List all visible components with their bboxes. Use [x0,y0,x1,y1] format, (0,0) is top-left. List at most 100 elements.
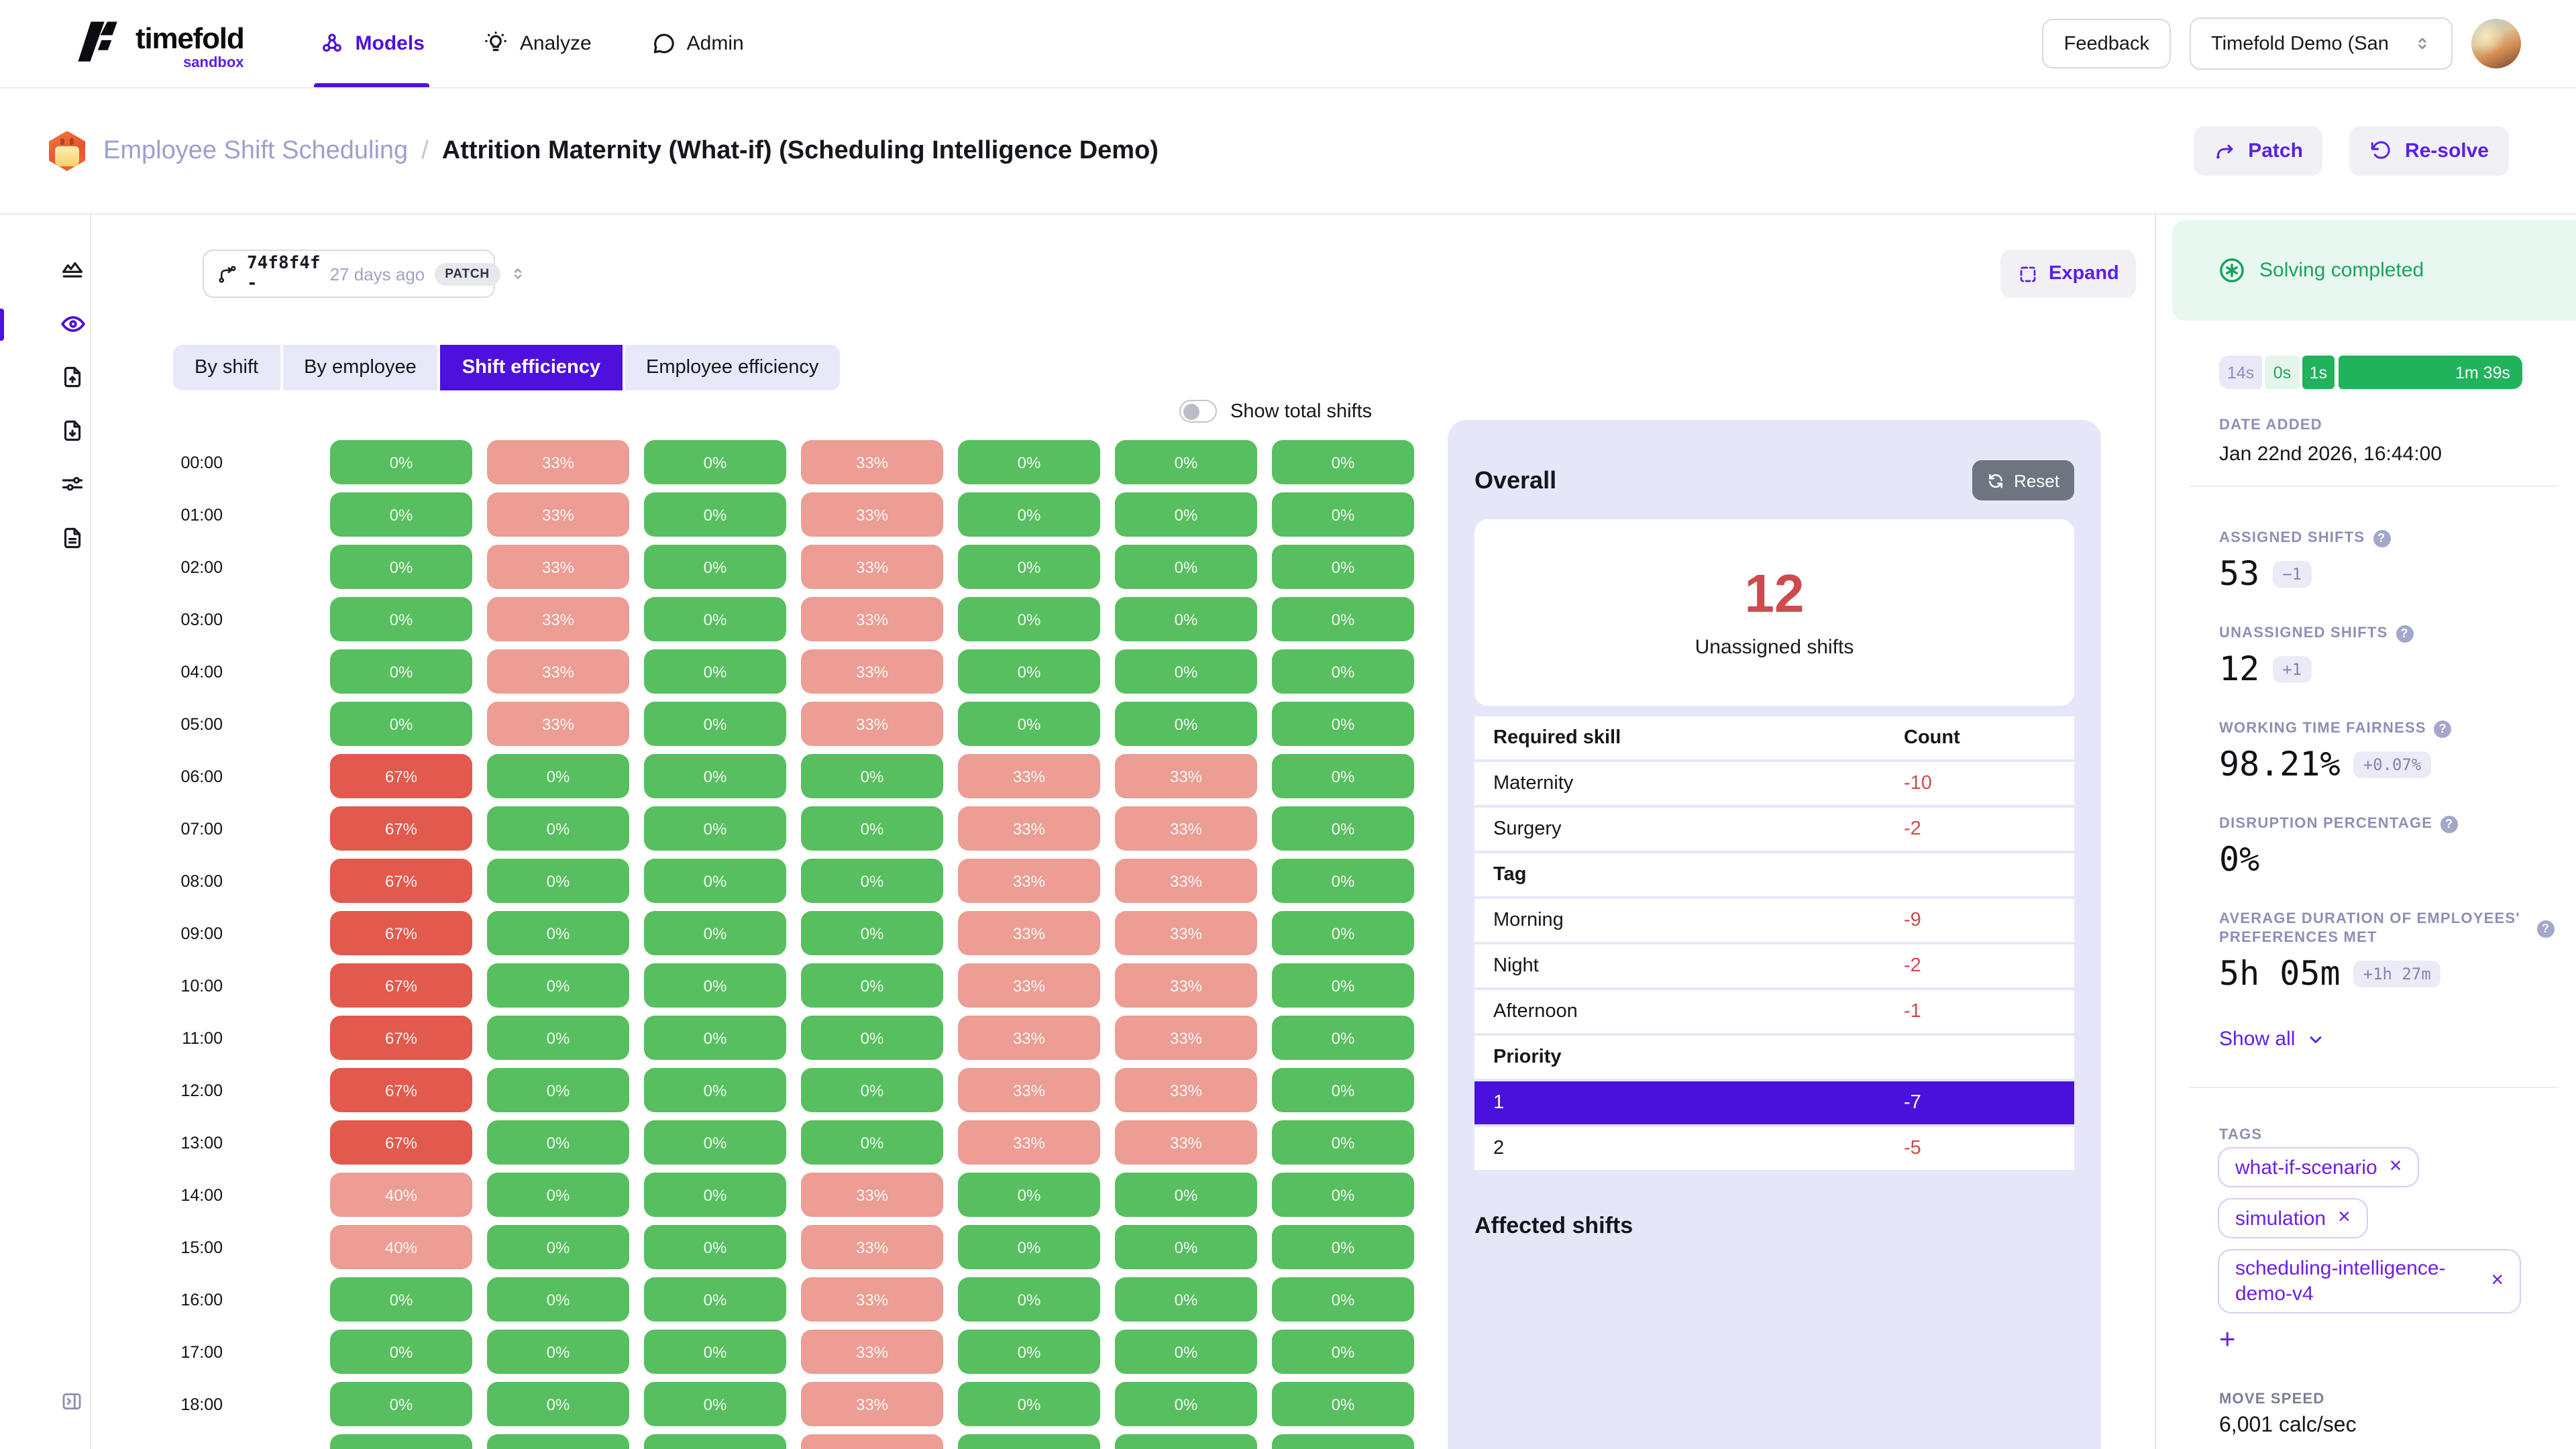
efficiency-cell[interactable]: 0% [958,1434,1100,1449]
efficiency-cell[interactable]: 0% [487,1120,629,1165]
efficiency-cell[interactable]: 0% [487,1016,629,1060]
efficiency-cell[interactable]: 0% [644,1330,786,1374]
efficiency-cell[interactable]: 0% [1272,754,1414,798]
efficiency-cell[interactable]: 0% [1115,1225,1257,1269]
efficiency-cell[interactable]: 33% [1115,859,1257,903]
efficiency-cell[interactable]: 0% [1272,1434,1414,1449]
remove-tag-icon[interactable]: × [2390,1157,2402,1178]
breadcrumb-parent[interactable]: Employee Shift Scheduling [103,136,408,166]
efficiency-cell[interactable]: 0% [1115,1277,1257,1322]
table-row[interactable]: Afternoon-1 [1474,990,2074,1033]
efficiency-cell[interactable]: 33% [1115,963,1257,1008]
efficiency-cell[interactable]: 0% [487,806,629,851]
efficiency-cell[interactable]: 33% [958,963,1100,1008]
help-icon[interactable]: ? [2396,625,2413,642]
efficiency-cell[interactable]: 0% [330,649,472,694]
efficiency-cell[interactable]: 0% [487,859,629,903]
table-row[interactable]: Night-2 [1474,945,2074,987]
efficiency-cell[interactable]: 33% [801,1225,943,1269]
resolve-button[interactable]: Re-solve [2350,126,2509,176]
efficiency-cell[interactable]: 0% [644,492,786,537]
efficiency-cell[interactable]: 0% [1272,1173,1414,1217]
efficiency-cell[interactable]: 0% [1272,1330,1414,1374]
efficiency-cell[interactable]: 33% [1115,754,1257,798]
efficiency-cell[interactable]: 0% [487,1330,629,1374]
efficiency-cell[interactable]: 0% [958,702,1100,746]
efficiency-cell[interactable]: 33% [801,440,943,484]
table-row[interactable]: Maternity-10 [1474,762,2074,805]
efficiency-cell[interactable]: 0% [330,1330,472,1374]
user-avatar[interactable] [2471,19,2521,68]
efficiency-cell[interactable]: 0% [958,492,1100,537]
help-icon[interactable]: ? [2537,920,2555,937]
efficiency-cell[interactable]: 33% [958,806,1100,851]
efficiency-cell[interactable]: 33% [801,1277,943,1322]
efficiency-cell[interactable]: 0% [1115,649,1257,694]
efficiency-cell[interactable]: 33% [958,911,1100,955]
efficiency-cell[interactable]: 0% [487,754,629,798]
reset-button[interactable]: Reset [1972,460,2074,500]
efficiency-cell[interactable]: 67% [330,963,472,1008]
efficiency-cell[interactable]: 0% [1115,702,1257,746]
tab-by-shift[interactable]: By shift [173,345,280,390]
efficiency-cell[interactable]: 0% [644,754,786,798]
efficiency-cell[interactable]: 0% [1115,440,1257,484]
efficiency-cell[interactable]: 0% [644,1173,786,1217]
efficiency-cell[interactable]: 0% [1272,440,1414,484]
efficiency-cell[interactable]: 0% [330,440,472,484]
efficiency-cell[interactable]: 40% [330,1173,472,1217]
version-select[interactable]: 74f8f4f - 27 days ago PATCH [203,250,495,298]
efficiency-cell[interactable]: 0% [801,911,943,955]
efficiency-cell[interactable]: 0% [801,859,943,903]
efficiency-cell[interactable]: 0% [958,440,1100,484]
efficiency-cell[interactable]: 0% [1272,1382,1414,1426]
efficiency-cell[interactable]: 33% [958,1068,1100,1112]
efficiency-cell[interactable]: 0% [644,806,786,851]
brand-logo[interactable]: timefold sandbox [72,17,244,70]
help-icon[interactable]: ? [2440,815,2458,833]
efficiency-cell[interactable]: 33% [1115,911,1257,955]
remove-tag-icon[interactable]: × [2491,1271,2504,1292]
efficiency-cell[interactable]: 0% [644,649,786,694]
efficiency-cell[interactable]: 0% [1272,1225,1414,1269]
efficiency-cell[interactable]: 0% [1115,1330,1257,1374]
efficiency-cell[interactable]: 0% [801,963,943,1008]
efficiency-cell[interactable]: 0% [1272,597,1414,641]
table-row[interactable]: 2-5 [1474,1127,2074,1170]
efficiency-cell[interactable]: 0% [644,1120,786,1165]
efficiency-cell[interactable]: 0% [330,492,472,537]
efficiency-cell[interactable]: 33% [958,754,1100,798]
remove-tag-icon[interactable]: × [2338,1208,2351,1229]
efficiency-cell[interactable]: 0% [330,545,472,589]
efficiency-cell[interactable]: 0% [1272,649,1414,694]
nav-item-models[interactable]: Models [319,0,425,87]
efficiency-cell[interactable]: 67% [330,859,472,903]
efficiency-cell[interactable]: 33% [487,440,629,484]
efficiency-cell[interactable]: 0% [644,597,786,641]
efficiency-cell[interactable]: 33% [958,1120,1100,1165]
file-text-icon[interactable] [60,526,85,550]
efficiency-cell[interactable]: 0% [1272,963,1414,1008]
efficiency-cell[interactable]: 33% [487,649,629,694]
efficiency-cell[interactable]: 0% [644,911,786,955]
efficiency-cell[interactable]: 0% [644,702,786,746]
feedback-button[interactable]: Feedback [2043,19,2171,68]
tab-by-employee[interactable]: By employee [282,345,438,390]
tab-employee-efficiency[interactable]: Employee efficiency [625,345,840,390]
efficiency-cell[interactable]: 0% [487,1225,629,1269]
expand-button[interactable]: Expand [2000,250,2137,298]
efficiency-cell[interactable]: 0% [487,1434,629,1449]
efficiency-cell[interactable]: 0% [958,1173,1100,1217]
efficiency-cell[interactable]: 0% [487,1277,629,1322]
efficiency-cell[interactable]: 0% [1115,597,1257,641]
efficiency-cell[interactable]: 67% [330,1120,472,1165]
tab-shift-efficiency[interactable]: Shift efficiency [441,345,622,390]
efficiency-cell[interactable]: 0% [958,649,1100,694]
efficiency-cell[interactable]: 0% [330,1277,472,1322]
efficiency-cell[interactable]: 33% [801,1434,943,1449]
efficiency-cell[interactable]: 0% [1272,702,1414,746]
efficiency-cell[interactable]: 0% [644,1225,786,1269]
efficiency-cell[interactable]: 33% [1115,806,1257,851]
efficiency-cell[interactable]: 67% [330,911,472,955]
efficiency-cell[interactable]: 33% [801,1382,943,1426]
